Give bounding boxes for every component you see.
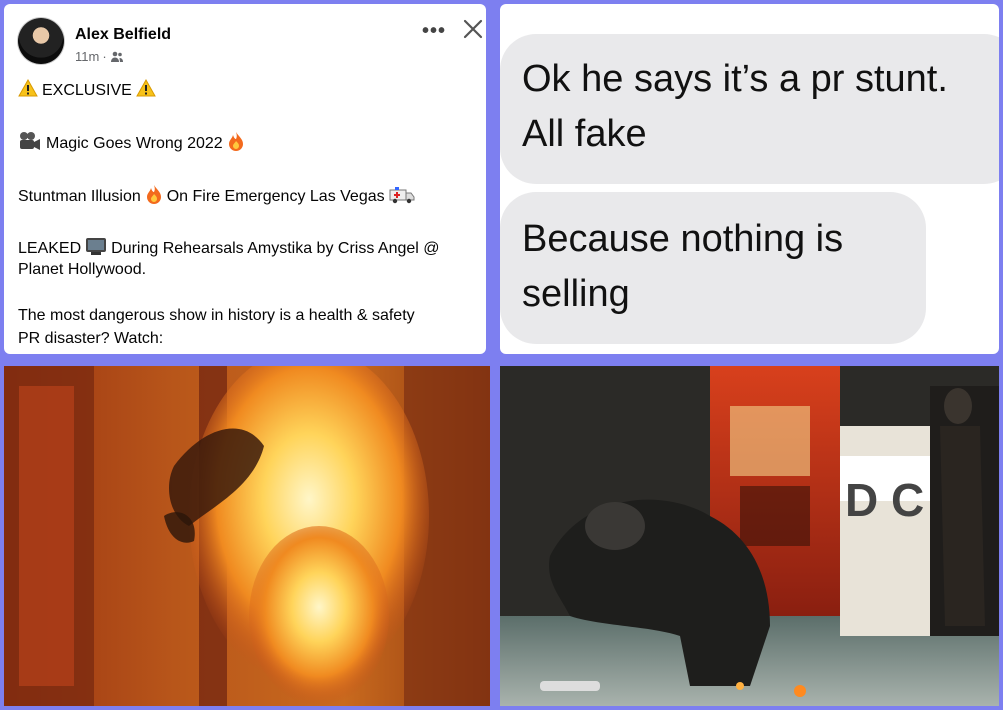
post-title: Magic Goes Wrong 2022 bbox=[46, 134, 223, 152]
leaked-line-2: Planet Hollywood. bbox=[18, 261, 146, 279]
more-icon[interactable]: ••• bbox=[422, 20, 446, 43]
post-time[interactable]: 11m bbox=[75, 49, 99, 64]
exclusive-label: EXCLUSIVE bbox=[42, 81, 132, 99]
ambulance-icon bbox=[389, 184, 415, 209]
stunt-text: Stuntman Illusion bbox=[18, 187, 141, 205]
fire-icon bbox=[227, 131, 245, 156]
kneeling-performer-photo: D C bbox=[500, 366, 999, 706]
fire-icon bbox=[145, 184, 163, 209]
body-line-2: PR disaster? Watch: bbox=[18, 330, 163, 348]
facebook-post: Alex Belfield 11m · ••• EXCLUSIVE Magic … bbox=[4, 4, 486, 354]
sign-letters: D C bbox=[845, 474, 924, 526]
post-meta: 11m · bbox=[75, 49, 124, 64]
message-text: Because nothing is bbox=[522, 218, 844, 260]
emergency-text: On Fire Emergency Las Vegas bbox=[166, 187, 385, 205]
body-line-1: The most dangerous show in history is a … bbox=[18, 307, 415, 325]
meta-dot: · bbox=[102, 49, 107, 64]
message-text: All fake bbox=[522, 113, 647, 155]
leaked-text: During Rehearsals Amystika by Criss Ange… bbox=[111, 239, 440, 257]
post-body-1: The most dangerous show in history is a … bbox=[18, 307, 415, 324]
post-body-2: PR disaster? Watch: bbox=[18, 330, 164, 347]
leaked-label: LEAKED bbox=[18, 239, 82, 257]
message-text: Ok he says it’s a pr stunt. bbox=[522, 58, 948, 100]
message-bubble: Ok he says it’s a pr stunt. All fake bbox=[500, 34, 999, 184]
message-bubble: Because nothing is selling bbox=[500, 192, 926, 344]
friends-icon bbox=[110, 51, 124, 63]
exclusive-line: EXCLUSIVE bbox=[18, 78, 160, 102]
warning-icon bbox=[18, 78, 38, 102]
avatar[interactable] bbox=[18, 18, 64, 64]
chat-screenshot: Ok he says it’s a pr stunt. All fake Bec… bbox=[500, 4, 999, 354]
tv-icon bbox=[85, 236, 107, 261]
warning-icon bbox=[135, 78, 156, 102]
close-icon[interactable] bbox=[460, 14, 486, 44]
stunt-line: Stuntman Illusion On Fire Emergency Las … bbox=[18, 184, 419, 209]
leaked-line: LEAKED During Rehearsals Amystika by Cri… bbox=[18, 236, 440, 261]
video-camera-icon bbox=[18, 131, 42, 156]
title-line: Magic Goes Wrong 2022 bbox=[18, 131, 249, 156]
leaked-text-2: Planet Hollywood. bbox=[18, 261, 147, 278]
message-text: selling bbox=[522, 273, 630, 315]
fire-stunt-photo bbox=[4, 366, 490, 706]
post-author[interactable]: Alex Belfield bbox=[75, 26, 171, 44]
